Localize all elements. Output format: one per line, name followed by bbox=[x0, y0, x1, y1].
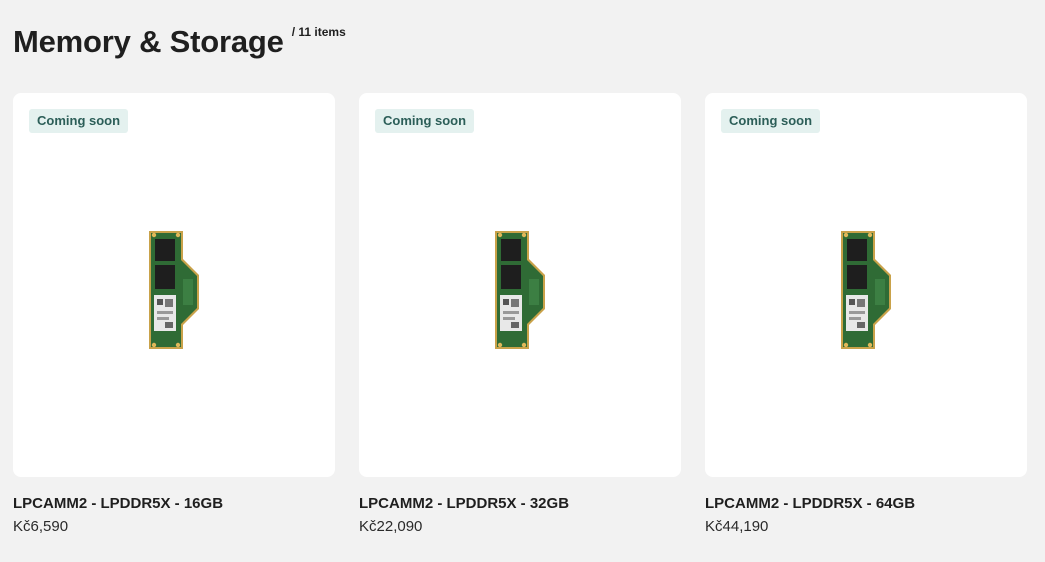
memory-module-image bbox=[149, 231, 199, 349]
product-name[interactable]: LPCAMM2 - LPDDR5X - 32GB bbox=[359, 495, 681, 513]
product-image-link[interactable]: Coming soon bbox=[705, 93, 1027, 477]
memory-module-image bbox=[841, 231, 891, 349]
product-image-link[interactable]: Coming soon bbox=[359, 93, 681, 477]
product-card[interactable]: Coming soon LPCAMM2 - LPDDR5X - 16GB Kč6… bbox=[13, 93, 335, 536]
product-name[interactable]: LPCAMM2 - LPDDR5X - 16GB bbox=[13, 495, 335, 513]
product-card[interactable]: Coming soon LPCAMM2 - LPDDR5X - 64GB Kč4… bbox=[705, 93, 1027, 536]
product-grid: Coming soon LPCAMM2 - LPDDR5X - 16GB Kč6… bbox=[13, 93, 1027, 536]
status-badge: Coming soon bbox=[375, 109, 475, 133]
status-badge: Coming soon bbox=[721, 109, 821, 133]
product-price: Kč44,190 bbox=[705, 518, 769, 535]
product-price: Kč22,090 bbox=[359, 518, 423, 535]
item-count: / 11 items bbox=[291, 25, 346, 39]
status-badge: Coming soon bbox=[29, 109, 129, 133]
memory-module-image bbox=[495, 231, 545, 349]
product-name[interactable]: LPCAMM2 - LPDDR5X - 64GB bbox=[705, 495, 1027, 513]
page-title: Memory & Storage bbox=[13, 24, 284, 59]
product-price: Kč6,590 bbox=[13, 518, 69, 535]
product-card[interactable]: Coming soon LPCAMM2 - LPDDR5X - 32GB Kč2… bbox=[359, 93, 681, 536]
page-header: Memory & Storage / 11 items bbox=[13, 22, 346, 62]
product-image-link[interactable]: Coming soon bbox=[13, 93, 335, 477]
